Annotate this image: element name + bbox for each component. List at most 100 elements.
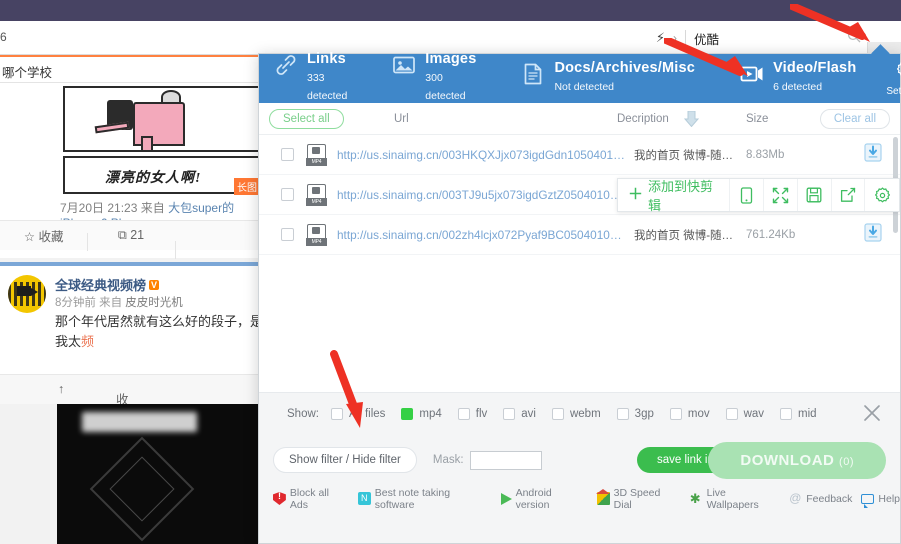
row-url[interactable]: http://us.sinaimg.cn/003TJ9u5jx073igdGzt… bbox=[337, 188, 627, 202]
gear-icon[interactable] bbox=[865, 179, 899, 211]
checkbox[interactable] bbox=[617, 408, 629, 420]
footer-link-note-software[interactable]: N Best note taking software bbox=[358, 487, 492, 511]
tab-images-label: Images bbox=[425, 51, 476, 67]
table-row[interactable]: http://us.sinaimg.cn/002zh4lcjx072Pyaf9B… bbox=[259, 215, 900, 255]
filter-label: mid bbox=[798, 408, 817, 420]
panel-scrollbar[interactable] bbox=[893, 137, 898, 395]
tab-docs-label: Docs/Archives/Misc bbox=[554, 60, 695, 76]
browser-search-area[interactable]: ⚡ › 优酷 bbox=[656, 21, 861, 55]
post-2-collapse-bar[interactable]: ↑ 收起 bbox=[0, 374, 262, 404]
row-url[interactable]: http://us.sinaimg.cn/003HKQXJjx073igdGdn… bbox=[337, 148, 627, 162]
filter-label: mov bbox=[688, 408, 710, 420]
tab-docs-archives-misc[interactable]: Docs/Archives/Misc Not detected bbox=[520, 59, 695, 99]
checkbox-checked[interactable] bbox=[401, 408, 413, 420]
download-tray-icon[interactable] bbox=[864, 223, 882, 247]
filter-flv[interactable]: flv bbox=[458, 408, 488, 420]
download-button[interactable]: DOWNLOAD (0) bbox=[708, 442, 886, 479]
panel-footer-links: Block all Ads N Best note taking softwar… bbox=[259, 486, 900, 511]
mobile-device-icon[interactable] bbox=[730, 179, 764, 211]
avatar[interactable] bbox=[8, 275, 46, 313]
mask-input[interactable] bbox=[470, 451, 542, 470]
row-checkbox[interactable] bbox=[281, 148, 294, 161]
table-header: Select all Url Decription Size Clear all bbox=[259, 103, 900, 135]
table-row[interactable]: http://us.sinaimg.cn/003HKQXJjx073igdGdn… bbox=[259, 135, 900, 175]
add-to-quick-edit-label: 添加到快剪辑 bbox=[648, 176, 717, 214]
post-1-share-action[interactable]: ⧉ 21 bbox=[87, 228, 174, 243]
sort-arrow-icon[interactable] bbox=[684, 111, 699, 132]
footer-link-label: Live Wallpapers bbox=[707, 487, 781, 511]
footer-link-feedback[interactable]: @ Feedback bbox=[789, 492, 852, 505]
footer-link-label: Block all Ads bbox=[290, 487, 349, 511]
row-url[interactable]: http://us.sinaimg.cn/002zh4lcjx072Pyaf9B… bbox=[337, 228, 627, 242]
post-2-author[interactable]: 全球经典视频榜V bbox=[55, 275, 159, 294]
add-to-quick-edit-button[interactable]: 添加到快剪辑 bbox=[618, 179, 730, 211]
row-checkbox[interactable] bbox=[281, 188, 294, 201]
filter-mov[interactable]: mov bbox=[670, 408, 710, 420]
tab-images[interactable]: Images 300 detected bbox=[391, 50, 476, 108]
chevron-right-icon[interactable]: › bbox=[673, 31, 677, 45]
gear-icon bbox=[896, 61, 901, 83]
post-2-source[interactable]: 皮皮时光机 bbox=[125, 297, 183, 309]
filter-mid[interactable]: mid bbox=[780, 408, 817, 420]
footer-link-label: Feedback bbox=[806, 493, 852, 505]
footer-link-label: Help bbox=[878, 493, 900, 505]
play-store-icon bbox=[501, 493, 512, 505]
checkbox[interactable] bbox=[331, 408, 343, 420]
lightning-icon[interactable]: ⚡ bbox=[656, 30, 665, 46]
filter-mp4[interactable]: mp4 bbox=[401, 408, 441, 420]
select-all-button[interactable]: Select all bbox=[269, 109, 344, 129]
tab-video-flash[interactable]: Video/Flash 6 detected bbox=[739, 59, 856, 99]
row-size: 761.24Kb bbox=[746, 229, 795, 241]
footer-link-live-wallpapers[interactable]: ✱ Live Wallpapers bbox=[690, 487, 781, 511]
comic-panel-1 bbox=[63, 86, 263, 152]
footer-link-block-ads[interactable]: Block all Ads bbox=[273, 487, 349, 511]
divider bbox=[685, 30, 686, 46]
link-icon bbox=[273, 52, 299, 78]
download-label: DOWNLOAD bbox=[740, 452, 834, 469]
checkbox[interactable] bbox=[726, 408, 738, 420]
footer-link-label: Best note taking software bbox=[375, 487, 492, 511]
video-play-icon bbox=[739, 61, 765, 87]
filter-webm[interactable]: webm bbox=[552, 408, 601, 420]
save-floppy-icon[interactable] bbox=[798, 179, 832, 211]
document-icon bbox=[520, 61, 546, 87]
checkbox[interactable] bbox=[503, 408, 515, 420]
close-x-icon[interactable] bbox=[862, 403, 882, 428]
search-input[interactable]: 优酷 bbox=[694, 29, 719, 48]
filter-wav[interactable]: wav bbox=[726, 408, 764, 420]
column-header-description[interactable]: Decription bbox=[617, 113, 669, 125]
download-tray-icon[interactable] bbox=[864, 143, 882, 167]
table-row[interactable]: http://us.sinaimg.cn/003TJ9u5jx073igdGzt… bbox=[259, 175, 900, 215]
file-type-filter-bar: Show: All files mp4 flv avi webm bbox=[259, 392, 900, 434]
filter-label: 3gp bbox=[635, 408, 654, 420]
tab-images-count: 300 detected bbox=[425, 72, 465, 102]
share-export-icon[interactable] bbox=[832, 179, 866, 211]
search-icon[interactable] bbox=[847, 29, 861, 48]
filter-avi[interactable]: avi bbox=[503, 408, 536, 420]
filter-all-files[interactable]: All files bbox=[331, 408, 385, 420]
at-sign-icon: @ bbox=[789, 492, 802, 505]
checkbox[interactable] bbox=[670, 408, 682, 420]
clear-all-button[interactable]: Clear all bbox=[820, 109, 890, 129]
expand-arrows-icon[interactable] bbox=[764, 179, 798, 211]
checkbox[interactable] bbox=[552, 408, 564, 420]
settings-button[interactable]: Settings bbox=[886, 61, 901, 97]
comic-caption: 漂亮的女人啊! bbox=[105, 167, 201, 187]
tab-links[interactable]: Links 333 detected bbox=[273, 50, 347, 108]
filter-3gp[interactable]: 3gp bbox=[617, 408, 654, 420]
column-header-size[interactable]: Size bbox=[746, 113, 768, 125]
checkbox[interactable] bbox=[458, 408, 470, 420]
row-checkbox[interactable] bbox=[281, 228, 294, 241]
results-table-body: http://us.sinaimg.cn/003HKQXJjx073igdGdn… bbox=[259, 135, 900, 392]
post-1-favorite-action[interactable]: ☆ 收藏 bbox=[0, 226, 87, 245]
checkbox[interactable] bbox=[780, 408, 792, 420]
post-2-video-player[interactable] bbox=[57, 404, 262, 544]
show-hide-filter-button[interactable]: Show filter / Hide filter bbox=[273, 447, 417, 473]
footer-link-help[interactable]: Help bbox=[861, 493, 900, 505]
footer-link-label: Android version bbox=[516, 487, 588, 511]
footer-link-3d-speed-dial[interactable]: 3D Speed Dial bbox=[597, 487, 681, 511]
filter-label: webm bbox=[570, 408, 601, 420]
post-2-body: 那个年代居然就有这么好的段子，是我太频 bbox=[55, 312, 270, 352]
footer-link-android-version[interactable]: Android version bbox=[501, 487, 588, 511]
column-header-url[interactable]: Url bbox=[394, 113, 409, 125]
